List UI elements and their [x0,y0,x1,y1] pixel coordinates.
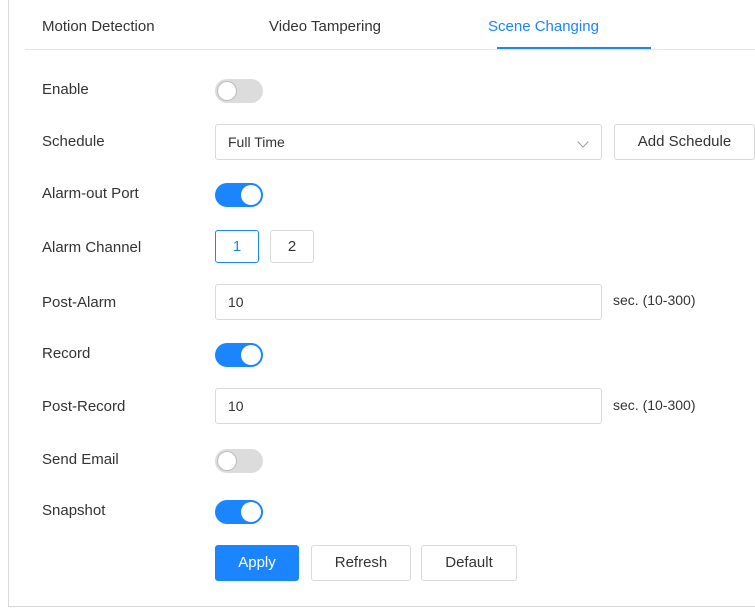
record-toggle[interactable] [215,343,263,367]
enable-label: Enable [42,81,89,98]
record-label: Record [42,345,91,362]
toggle-knob [241,502,261,522]
post-record-unit: sec. (10-300) [613,397,696,413]
alarm-out-port-label: Alarm-out Port [42,185,139,202]
add-schedule-button[interactable]: Add Schedule [614,124,755,160]
post-record-field-wrapper [215,388,602,424]
tab-bar: Motion Detection Video Tampering Scene C… [25,0,755,50]
apply-button[interactable]: Apply [215,545,299,581]
refresh-button[interactable]: Refresh [311,545,411,581]
post-alarm-field-wrapper [215,284,602,320]
alarm-out-port-toggle[interactable] [215,183,263,207]
alarm-channel-2-button[interactable]: 2 [270,230,314,263]
post-record-input[interactable] [216,389,601,423]
alarm-channel-label: Alarm Channel [42,239,142,256]
send-email-toggle[interactable] [215,449,263,473]
tab-scene-changing[interactable]: Scene Changing [488,0,599,49]
toggle-knob [217,81,237,101]
enable-toggle[interactable] [215,79,263,103]
post-alarm-input[interactable] [216,285,601,319]
post-alarm-label: Post-Alarm [42,294,117,311]
toggle-knob [241,185,261,205]
snapshot-label: Snapshot [42,502,106,519]
chevron-down-icon [577,136,589,148]
active-tab-indicator [497,47,651,49]
schedule-select[interactable]: Full Time [215,124,602,160]
post-alarm-unit: sec. (10-300) [613,292,696,308]
schedule-label: Schedule [42,133,105,150]
send-email-label: Send Email [42,451,119,468]
toggle-knob [217,451,237,471]
schedule-selected-value: Full Time [228,134,285,150]
tab-video-tampering[interactable]: Video Tampering [269,0,381,49]
alarm-channel-1-button[interactable]: 1 [215,230,259,263]
post-record-label: Post-Record [42,398,126,415]
snapshot-toggle[interactable] [215,500,263,524]
tab-motion-detection[interactable]: Motion Detection [42,0,155,49]
toggle-knob [241,345,261,365]
default-button[interactable]: Default [421,545,517,581]
